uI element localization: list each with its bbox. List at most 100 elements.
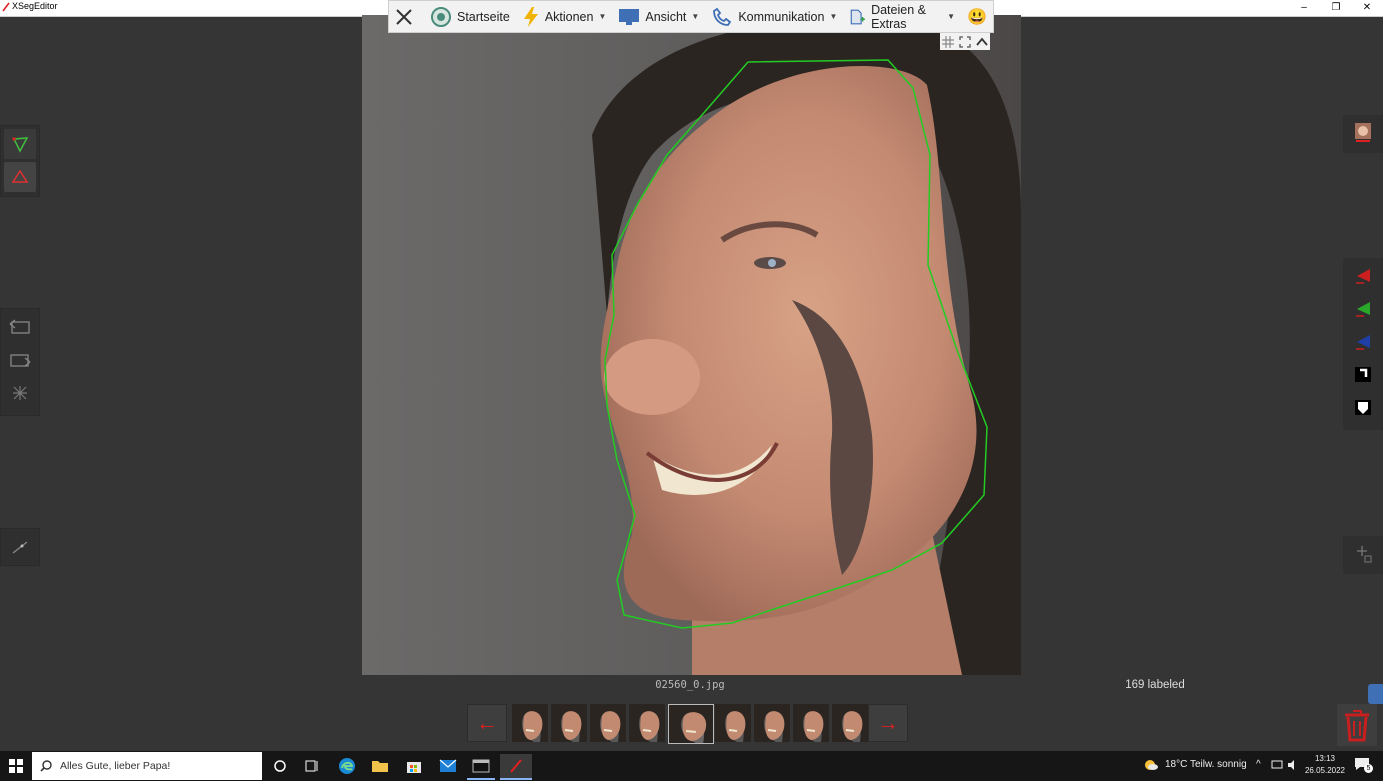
delete-poly-button[interactable]: [4, 378, 36, 408]
next-image-button[interactable]: →: [868, 704, 908, 742]
face-preview-icon: [1355, 123, 1371, 142]
undo-point-button[interactable]: [4, 312, 36, 342]
explorer-button[interactable]: [366, 754, 394, 778]
tray-chevron-icon[interactable]: ^: [1256, 759, 1261, 770]
phone-icon: [713, 7, 732, 26]
toolbar-close-button[interactable]: [389, 0, 424, 33]
chevron-down-icon: ▼: [598, 12, 607, 21]
notification-button[interactable]: 5: [1354, 757, 1373, 773]
remote-side-handle[interactable]: [1368, 684, 1383, 704]
undo-point-icon: [9, 319, 30, 334]
folder-icon: [372, 761, 388, 772]
image-canvas[interactable]: [362, 15, 1021, 675]
arrow-left-icon: ←: [476, 710, 498, 735]
minimize-button[interactable]: –: [1288, 0, 1320, 16]
thumbnail-item[interactable]: [590, 704, 626, 742]
red-mask-button[interactable]: [1347, 261, 1379, 291]
thumbnail-face: [669, 705, 713, 743]
delete-image-button[interactable]: [1337, 704, 1377, 746]
prev-image-button[interactable]: ←: [467, 704, 507, 742]
toolbar-ansicht[interactable]: Ansicht ▼: [612, 0, 705, 33]
thumbnail-face: [629, 704, 665, 742]
console-icon: [472, 759, 490, 773]
toolbar-aktionen[interactable]: Aktionen ▼: [516, 0, 613, 33]
thumbnail-item[interactable]: [793, 704, 829, 742]
polygon-exclude-icon: [11, 169, 29, 183]
black-mask-icon: [1355, 367, 1371, 382]
start-button[interactable]: [2, 754, 30, 778]
thumbnail-face: [793, 704, 829, 742]
console-button[interactable]: [467, 754, 495, 780]
toolbar-emoji-button[interactable]: 😃: [961, 0, 993, 33]
white-mask-button[interactable]: [1347, 393, 1379, 423]
view-lines-button[interactable]: [4, 532, 36, 562]
thumbnail-item[interactable]: [754, 704, 790, 742]
toolbar-kommunikation-label: Kommunikation: [738, 9, 825, 24]
thumbnail-face: [551, 704, 587, 742]
thumbnail-item[interactable]: [668, 704, 714, 744]
black-mask-button[interactable]: [1347, 360, 1379, 390]
xseg-app-icon: [510, 759, 522, 773]
home-circle-icon: [431, 6, 451, 27]
xsegeditor-taskbar-button[interactable]: [500, 754, 532, 780]
clock-time: 13:13: [1314, 754, 1336, 763]
add-poly-icon: [1357, 546, 1372, 563]
mail-button[interactable]: [434, 754, 462, 778]
weather-icon: [1145, 760, 1158, 770]
add-poly-button[interactable]: [1347, 539, 1379, 569]
toolbar-kommunikation[interactable]: Kommunikation ▼: [705, 0, 843, 33]
white-mask-icon: [1355, 400, 1371, 415]
labeled-count: 169 labeled: [1125, 679, 1185, 691]
smiley-icon: 😃: [967, 8, 987, 26]
thumbnail-item[interactable]: [551, 704, 587, 742]
right-panel-preview: [1343, 115, 1383, 153]
toolbar-dateien[interactable]: Dateien & Extras ▼: [843, 0, 961, 33]
chevron-down-icon: ▼: [947, 12, 956, 21]
volume-icon[interactable]: [1287, 760, 1299, 770]
edge-button[interactable]: [333, 754, 361, 778]
face-preview-button[interactable]: [1347, 118, 1379, 148]
notification-count: 5: [1364, 764, 1373, 773]
thumbnail-face: [715, 704, 751, 742]
remote-toolbar: Startseite Aktionen ▼ Ansicht ▼ Kommunik…: [388, 0, 994, 33]
toolbar-startseite[interactable]: Startseite: [424, 0, 516, 33]
thumbnail-item[interactable]: [512, 704, 548, 742]
trash-icon: [1345, 710, 1369, 742]
left-panel-view: [0, 528, 40, 566]
red-mask-icon: [1356, 269, 1370, 284]
view-lines-icon: [12, 541, 28, 554]
toolbar-aktionen-label: Aktionen: [544, 9, 594, 24]
edge-icon: [339, 758, 355, 774]
weather-text[interactable]: 18°C Teilw. sonnig: [1165, 759, 1247, 770]
toolbar-ansicht-label: Ansicht: [645, 9, 687, 24]
grid-icon[interactable]: [942, 35, 955, 48]
window-title: XSegEditor: [12, 1, 58, 11]
lightning-icon: [523, 6, 538, 27]
clock[interactable]: 13:13 26.05.2022: [1303, 753, 1347, 777]
redo-point-button[interactable]: [4, 345, 36, 375]
fullscreen-icon[interactable]: [959, 35, 971, 48]
clock-date: 26.05.2022: [1304, 766, 1346, 775]
thumbnail-item[interactable]: [832, 704, 868, 742]
face-image: [592, 19, 1021, 675]
cortana-button[interactable]: [266, 754, 294, 778]
maximize-button[interactable]: ❐: [1320, 0, 1352, 16]
thumbnail-item[interactable]: [629, 704, 665, 742]
arrow-right-icon: →: [877, 710, 899, 735]
blue-mask-button[interactable]: [1347, 327, 1379, 357]
polygon-include-button[interactable]: [4, 129, 36, 159]
taskbar-search[interactable]: Alles Gute, lieber Papa!: [32, 752, 262, 780]
search-icon: [40, 760, 52, 772]
right-panel-add: [1343, 536, 1383, 574]
right-panel-masks: [1343, 258, 1383, 430]
store-button[interactable]: [400, 754, 428, 778]
task-view-button[interactable]: [298, 754, 326, 778]
toolbar-sub-controls: [940, 33, 990, 50]
close-window-button[interactable]: ✕: [1351, 0, 1383, 16]
green-mask-icon: [1356, 302, 1370, 317]
chevron-up-icon[interactable]: [975, 36, 988, 48]
polygon-exclude-button[interactable]: [4, 162, 36, 192]
green-mask-button[interactable]: [1347, 294, 1379, 324]
network-icon[interactable]: [1271, 760, 1283, 770]
thumbnail-item[interactable]: [715, 704, 751, 742]
